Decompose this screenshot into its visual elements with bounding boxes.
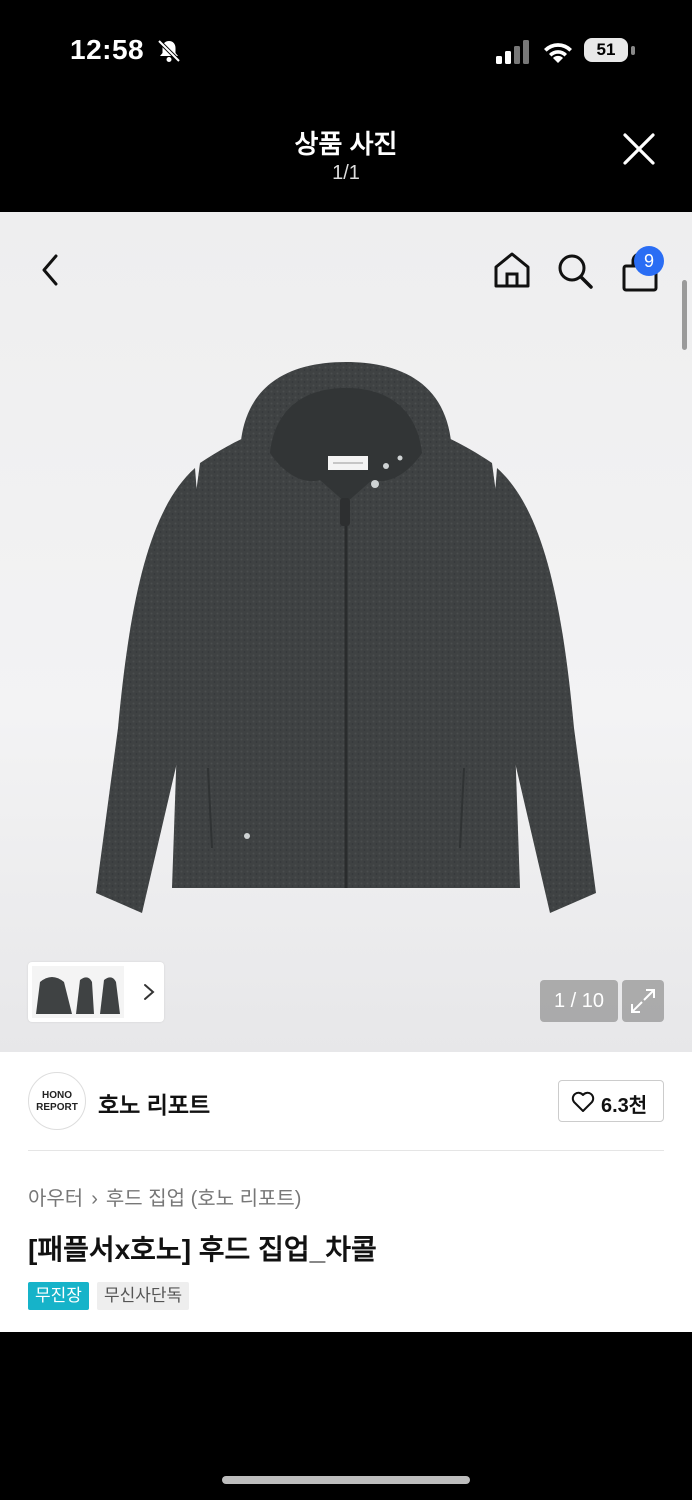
battery-icon: 51	[584, 38, 636, 64]
signal-bars-icon	[496, 40, 529, 64]
close-icon[interactable]	[620, 130, 658, 168]
wifi-icon	[544, 43, 572, 63]
search-icon[interactable]	[556, 252, 594, 290]
tag-free-shipping: 무진장	[28, 1282, 89, 1310]
tag-exclusive: 무신사단독	[97, 1282, 190, 1310]
battery-level: 51	[584, 38, 628, 62]
breadcrumb-subcategory[interactable]: 후드 집업 (호노 리포트)	[106, 1188, 302, 1210]
image-counter: 1 / 10	[540, 980, 618, 1022]
hoodie-image	[96, 362, 596, 913]
expand-button[interactable]	[622, 980, 664, 1022]
chevron-right-icon[interactable]	[142, 982, 156, 1002]
breadcrumb: 아우터 › 후드 집업 (호노 리포트)	[28, 1182, 301, 1211]
like-count: 6.3천	[601, 1095, 648, 1117]
chevron-right-icon: ›	[91, 1188, 98, 1210]
product-photo[interactable]: 9 1 / 10	[0, 212, 692, 1052]
bell-slash-icon	[157, 39, 181, 63]
scroll-indicator[interactable]	[682, 280, 687, 350]
thumbnail-strip[interactable]	[28, 962, 164, 1022]
breadcrumb-category[interactable]: 아우터	[28, 1188, 83, 1210]
back-arrow-icon[interactable]	[34, 250, 66, 290]
cart-count-badge: 9	[634, 246, 664, 276]
battery-cap	[631, 46, 635, 55]
brand-logo-line1: HONO	[42, 1090, 72, 1101]
brand-row: HONO REPORT 호노 리포트 6.3천	[0, 1052, 692, 1152]
home-icon[interactable]	[492, 250, 532, 290]
heart-icon	[571, 1091, 595, 1112]
like-button[interactable]: 6.3천	[558, 1080, 664, 1122]
status-bar: 12:58 51	[0, 0, 692, 100]
expand-icon	[631, 989, 655, 1013]
photo-modal-header: 상품 사진 1/1	[0, 100, 692, 212]
divider	[28, 1150, 664, 1151]
thumbnail-image[interactable]	[32, 966, 124, 1018]
product-title: [패플서x호노] 후드 집업_차콜	[28, 1234, 377, 1265]
home-indicator[interactable]	[222, 1476, 470, 1484]
brand-name[interactable]: 호노 리포트	[98, 1086, 210, 1120]
brand-logo[interactable]: HONO REPORT	[28, 1072, 86, 1130]
brand-logo-line2: REPORT	[36, 1102, 78, 1113]
status-time: 12:58	[70, 34, 145, 65]
product-screenshot: 9 1 / 10 HONO REPORT 호노 리포트 6.3천 아우터 › 후…	[0, 212, 692, 1332]
modal-counter: 1/1	[332, 162, 360, 184]
modal-title: 상품 사진	[294, 129, 398, 159]
